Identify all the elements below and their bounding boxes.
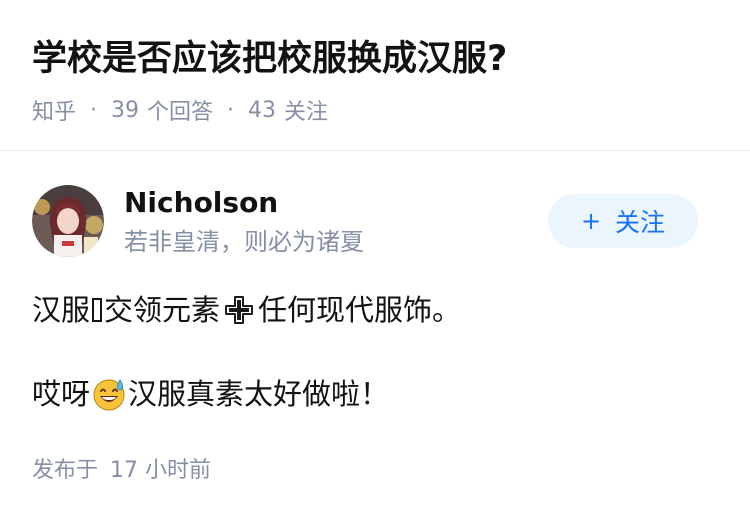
answer-count-label: 个回答 <box>147 100 214 125</box>
plus-icon: + <box>580 207 602 235</box>
follow-button-label: 关注 <box>615 208 666 237</box>
avatar[interactable] <box>32 185 104 257</box>
answer-text: 汉服 <box>32 293 91 327</box>
author-bio: 若非皇清，则必为诸夏 <box>124 228 364 256</box>
question-meta: 知乎 · 39 个回答 · 43 关注 <box>32 94 329 126</box>
missing-glyph-box-icon <box>92 298 103 322</box>
answer-line-2: 哎呀 汉服真素太好做啦！ <box>32 374 389 414</box>
separator-dot: · <box>227 97 235 123</box>
separator-dot: · <box>90 97 98 123</box>
answer-text: 交领元素 <box>104 293 221 327</box>
answer-count: 39 <box>111 97 140 123</box>
answer-text: 哎呀 <box>32 377 91 411</box>
question-title[interactable]: 学校是否应该把校服换成汉服? <box>32 36 507 82</box>
section-divider <box>0 150 750 151</box>
author-name[interactable]: Nicholson <box>124 186 278 220</box>
follow-button[interactable]: + 关注 <box>548 194 698 248</box>
follow-count: 43 <box>248 97 277 123</box>
answer-text: 任何现代服饰。 <box>258 293 462 327</box>
answer-line-1: 汉服 交领元素 任何现代服饰。 <box>32 290 461 330</box>
follow-count-label: 关注 <box>284 100 329 125</box>
publish-time: 发布于 17 小时前 <box>32 455 211 487</box>
source-label[interactable]: 知乎 <box>32 94 76 126</box>
heavy-plus-icon <box>225 296 254 324</box>
grinning-sweat-emoji-icon <box>93 379 125 411</box>
publish-time-value: 17 小时前 <box>110 458 212 483</box>
publish-label: 发布于 <box>32 458 99 483</box>
answer-text: 汉服真素太好做啦！ <box>128 377 390 411</box>
avatar-image <box>32 185 104 257</box>
